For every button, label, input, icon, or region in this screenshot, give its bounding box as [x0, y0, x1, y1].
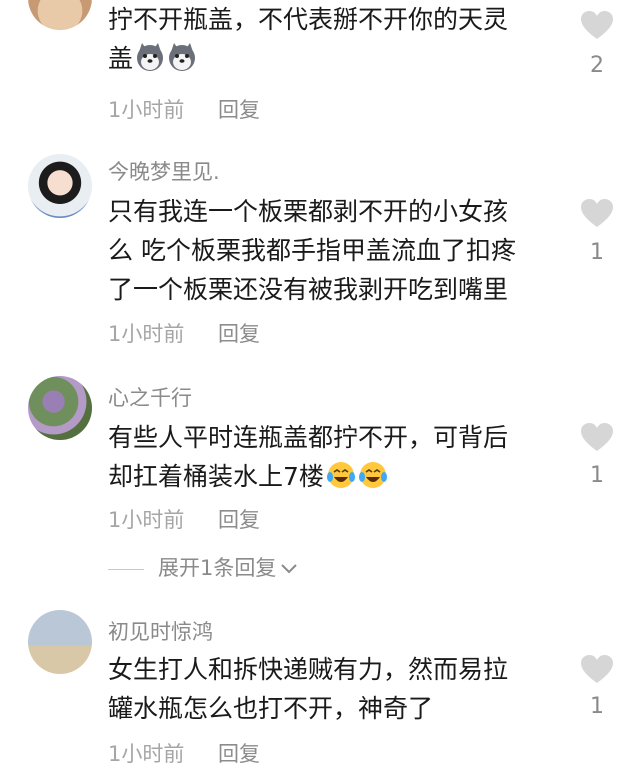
reply-button[interactable]: 回复 [218, 98, 260, 122]
avatar[interactable] [28, 610, 92, 674]
like-count: 1 [590, 463, 604, 488]
username[interactable]: 今晚梦里见. [108, 156, 220, 186]
husky-emoji [137, 43, 164, 71]
comment-meta: 1小时前 回复 [108, 738, 260, 768]
comment-time: 1小时前 [108, 508, 185, 532]
laugh-cry-emoji [326, 462, 355, 488]
avatar[interactable] [28, 0, 92, 30]
avatar[interactable] [28, 154, 92, 218]
comment-text: 有些人平时连瓶盖都拧不开，可背后 却扛着桶装水上7楼 [108, 423, 509, 491]
laugh-cry-emoji [358, 462, 387, 488]
reply-button[interactable]: 回复 [218, 322, 260, 346]
avatar[interactable] [28, 376, 92, 440]
comment-time: 1小时前 [108, 742, 185, 766]
username[interactable]: 心之千行 [108, 382, 192, 412]
heart-icon[interactable] [580, 10, 614, 40]
heart-icon[interactable] [580, 422, 614, 452]
reply-button[interactable]: 回复 [218, 742, 260, 766]
expand-replies-label: 展开1条回复 [158, 556, 277, 580]
comment-item: 心之千行 有些人平时连瓶盖都拧不开，可背后 却扛着桶装水上7楼 1小时前 回复 1 [0, 360, 640, 545]
comment-time: 1小时前 [108, 322, 185, 346]
comment-item: 初见时惊鸿 女生打人和拆快递贼有力，然而易拉 罐水瓶怎么也打不开，神奇了 1小时… [0, 598, 640, 766]
comment-item: 今晚梦里见. 只有我连一个板栗都剥不开的小女孩 么 吃个板栗我都手指甲盖流血了扣… [0, 130, 640, 360]
comment-text: 拧不开瓶盖，不代表掰不开你的天灵 盖 [108, 5, 509, 73]
like-count: 2 [590, 53, 604, 78]
comment-text: 女生打人和拆快递贼有力，然而易拉 罐水瓶怎么也打不开，神奇了 [108, 655, 509, 723]
reply-button[interactable]: 回复 [218, 508, 260, 532]
comment-meta: 1小时前 回复 [108, 94, 260, 124]
comment-item: 拧不开瓶盖，不代表掰不开你的天灵 盖 1小时前 回复 2 [0, 0, 640, 130]
divider [108, 568, 144, 570]
username[interactable]: 初见时惊鸿 [108, 616, 213, 646]
expand-replies-button[interactable]: 展开1条回复 [108, 552, 298, 582]
comment-text: 只有我连一个板栗都剥不开的小女孩 么 吃个板栗我都手指甲盖流血了扣疼 了一个板栗… [108, 197, 516, 304]
heart-icon[interactable] [580, 198, 614, 228]
comment-meta: 1小时前 回复 [108, 318, 260, 348]
comment-time: 1小时前 [108, 98, 185, 122]
husky-emoji [169, 43, 196, 71]
like-count: 1 [590, 694, 604, 719]
heart-icon[interactable] [580, 654, 614, 684]
chevron-down-icon [281, 564, 298, 574]
like-count: 1 [590, 240, 604, 265]
comment-meta: 1小时前 回复 [108, 504, 260, 534]
